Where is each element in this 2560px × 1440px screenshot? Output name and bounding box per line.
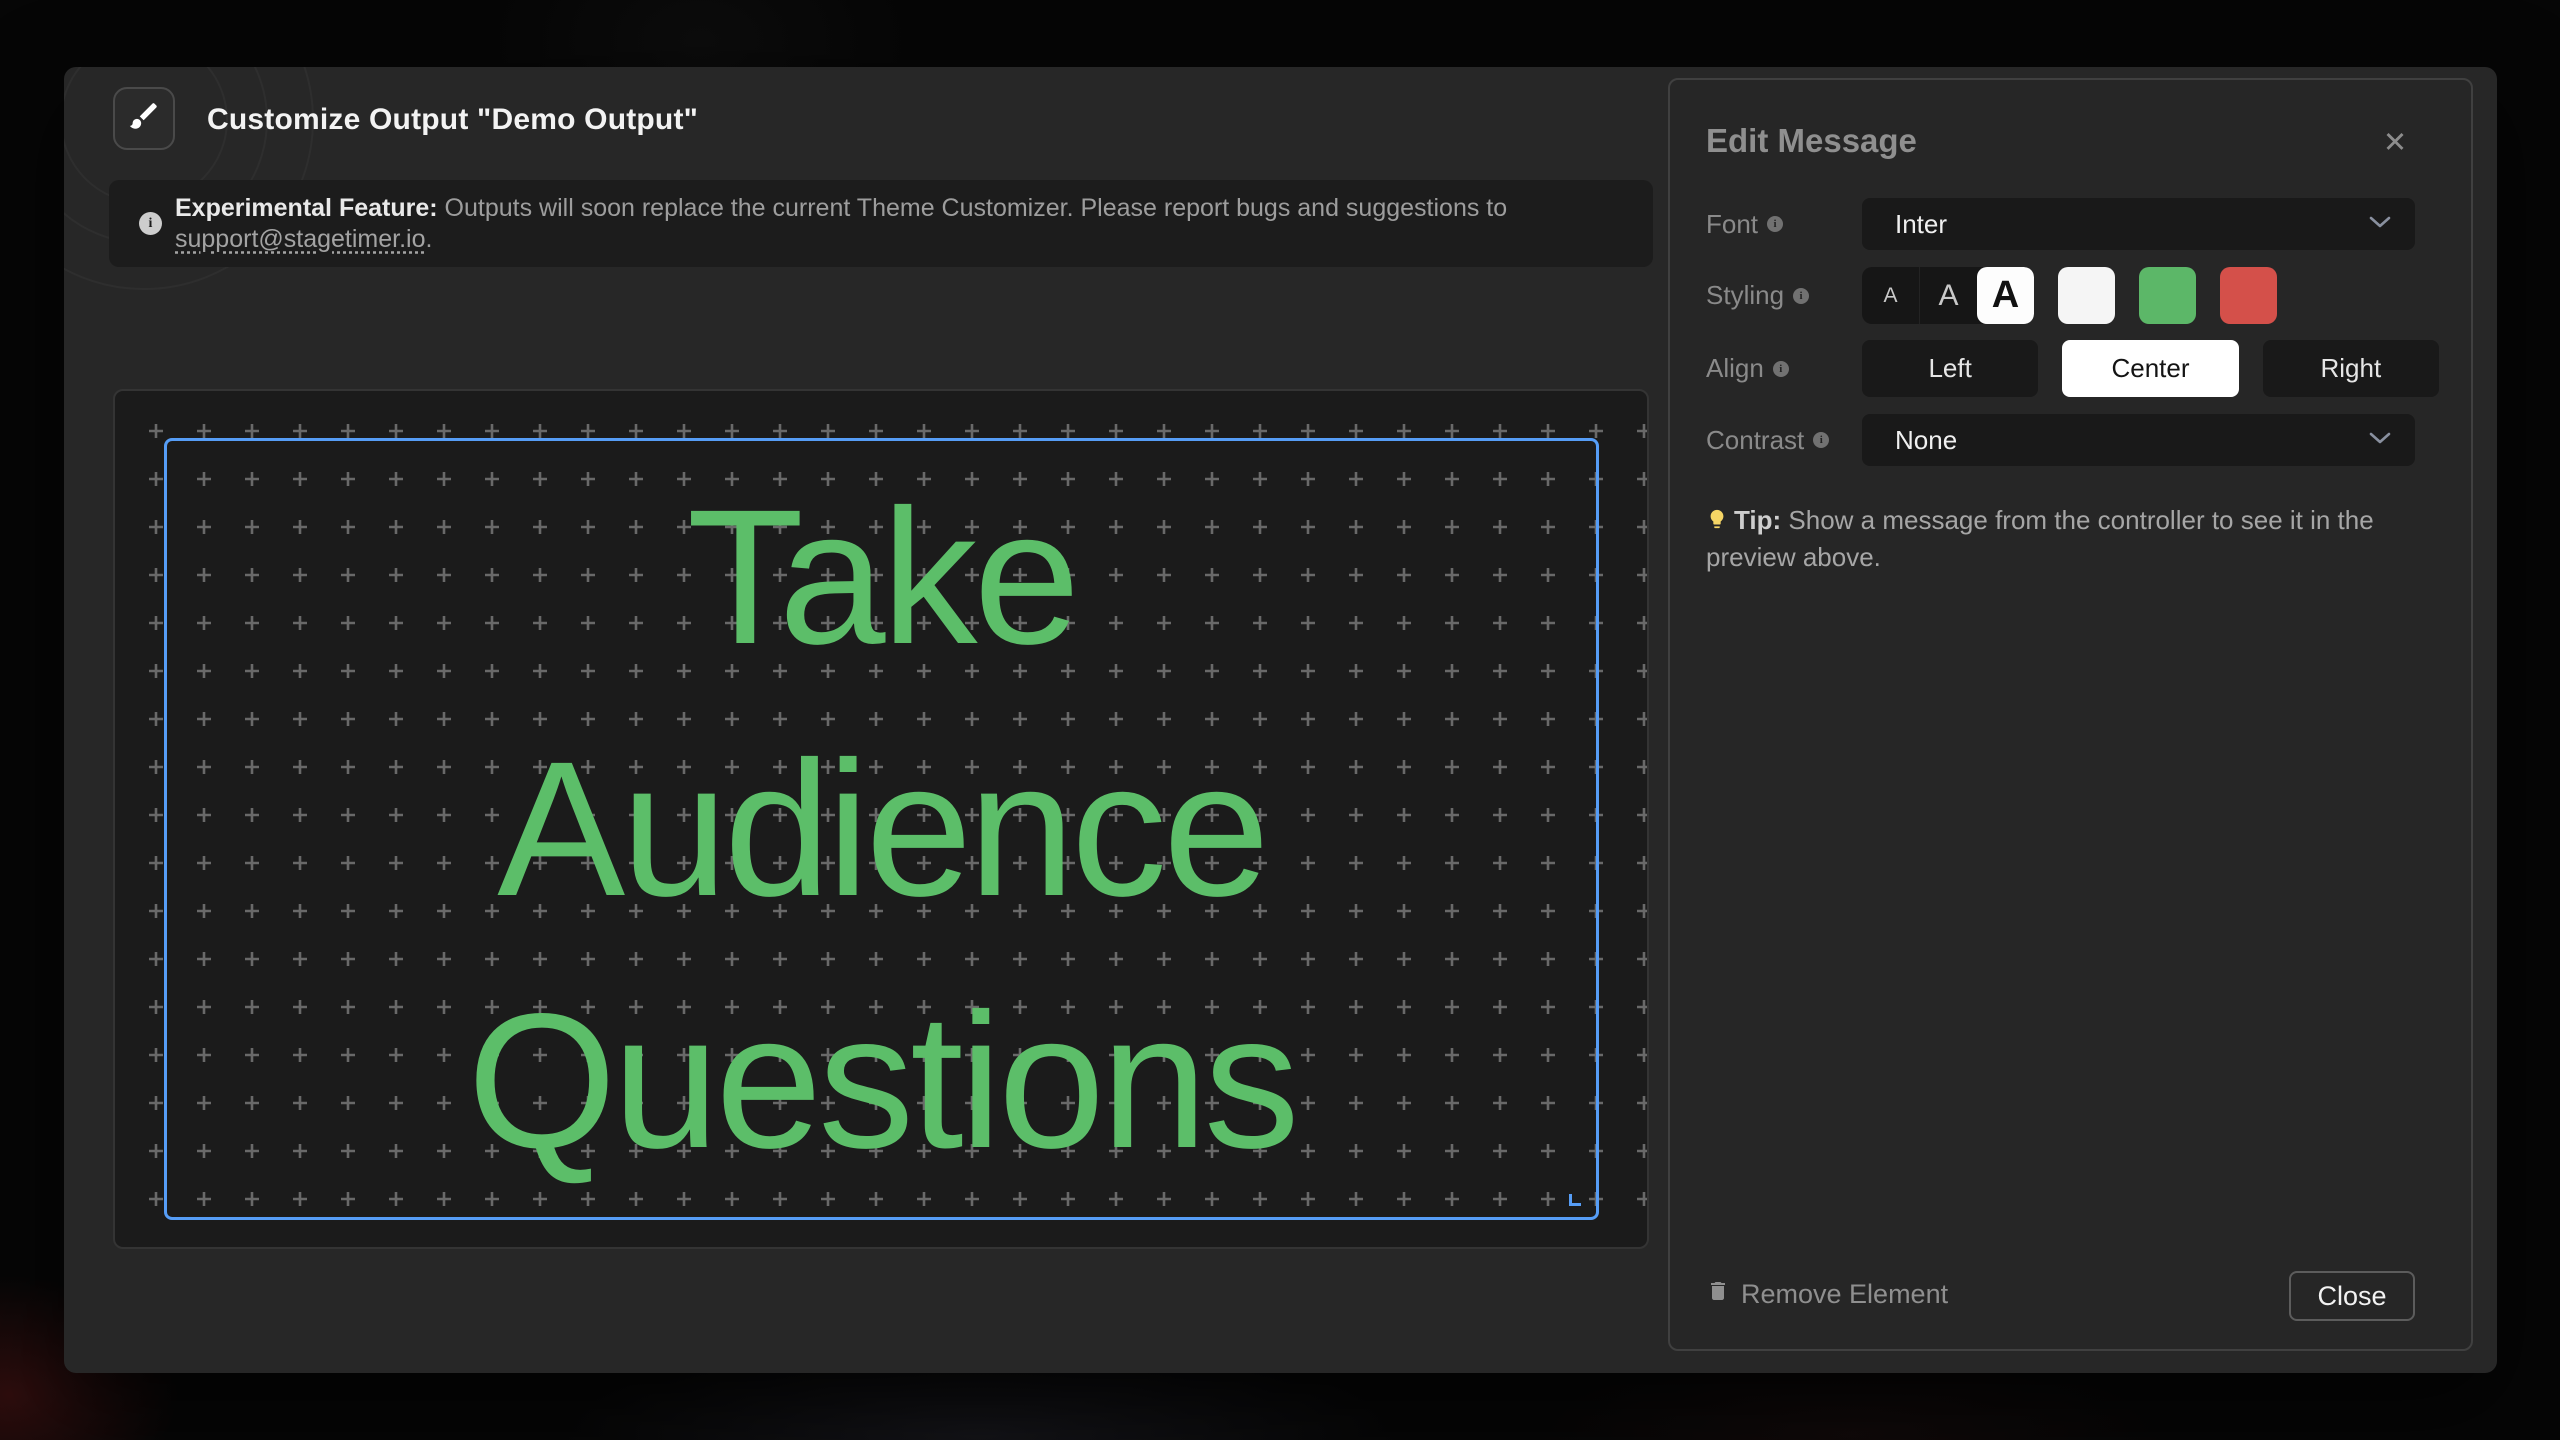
chevron-down-icon xyxy=(2369,431,2391,450)
tip-text: Tip: Show a message from the controller … xyxy=(1706,504,2406,574)
notice-body: Outputs will soon replace the current Th… xyxy=(438,194,1508,222)
info-icon: i xyxy=(1767,216,1783,232)
font-row: Font i Inter xyxy=(1706,198,2439,250)
notice-suffix: . xyxy=(426,225,433,253)
size-small-button[interactable]: A xyxy=(1862,267,1919,324)
color-swatch-white[interactable] xyxy=(2058,267,2115,324)
remove-element-label: Remove Element xyxy=(1741,1279,1948,1310)
chevron-down-icon xyxy=(2369,215,2391,234)
align-label: Align i xyxy=(1706,353,1862,384)
color-swatch-green[interactable] xyxy=(2139,267,2196,324)
styling-label: Styling i xyxy=(1706,280,1862,311)
info-icon: i xyxy=(1773,361,1789,377)
customize-output-modal: Customize Output "Demo Output" i Experim… xyxy=(64,67,2497,1373)
contrast-row: Contrast i None xyxy=(1706,414,2439,466)
font-select-value: Inter xyxy=(1895,209,2369,240)
color-swatch-red[interactable] xyxy=(2220,267,2277,324)
contrast-label: Contrast i xyxy=(1706,425,1862,456)
contrast-select-value: None xyxy=(1895,425,2369,456)
brush-icon xyxy=(127,99,161,138)
notice-bold: Experimental Feature: xyxy=(175,194,438,222)
font-select[interactable]: Inter xyxy=(1862,198,2415,250)
trash-icon xyxy=(1706,1278,1730,1311)
notice-text: Experimental Feature: Outputs will soon … xyxy=(175,193,1613,255)
edit-message-panel: Edit Message ✕ Font i Inter Styling i xyxy=(1668,78,2473,1351)
remove-element-button[interactable]: Remove Element xyxy=(1706,1278,1948,1311)
info-icon: i xyxy=(1793,288,1809,304)
align-right-button[interactable]: Right xyxy=(2263,340,2439,397)
tip-body: Show a message from the controller to se… xyxy=(1706,505,2374,572)
align-center-button[interactable]: Center xyxy=(2062,340,2238,397)
tip-bold: Tip: xyxy=(1734,505,1781,535)
styling-row: Styling i A A A xyxy=(1706,267,2439,324)
preview-message-text: Take Audience Questions xyxy=(467,451,1295,1207)
info-icon: i xyxy=(139,212,162,235)
resize-handle[interactable] xyxy=(1569,1194,1581,1206)
close-button[interactable]: Close xyxy=(2289,1271,2415,1321)
info-icon: i xyxy=(1813,432,1829,448)
contrast-select[interactable]: None xyxy=(1862,414,2415,466)
align-row: Align i Left Center Right xyxy=(1706,340,2439,397)
panel-title: Edit Message xyxy=(1706,122,1917,160)
support-email-link[interactable]: support@stagetimer.io xyxy=(175,225,426,253)
close-icon[interactable]: ✕ xyxy=(2375,122,2415,162)
brush-icon-box xyxy=(113,87,175,150)
font-label: Font i xyxy=(1706,209,1862,240)
lightbulb-icon xyxy=(1706,505,1728,541)
align-left-button[interactable]: Left xyxy=(1862,340,2038,397)
size-large-button[interactable]: A xyxy=(1977,267,2034,324)
experimental-notice: i Experimental Feature: Outputs will soo… xyxy=(109,180,1653,267)
size-medium-button[interactable]: A xyxy=(1919,267,1977,324)
output-preview: Take Audience Questions xyxy=(113,389,1649,1249)
text-size-group: A A A xyxy=(1862,267,2034,324)
modal-title: Customize Output "Demo Output" xyxy=(207,103,698,137)
message-element-selection[interactable]: Take Audience Questions xyxy=(164,438,1599,1220)
